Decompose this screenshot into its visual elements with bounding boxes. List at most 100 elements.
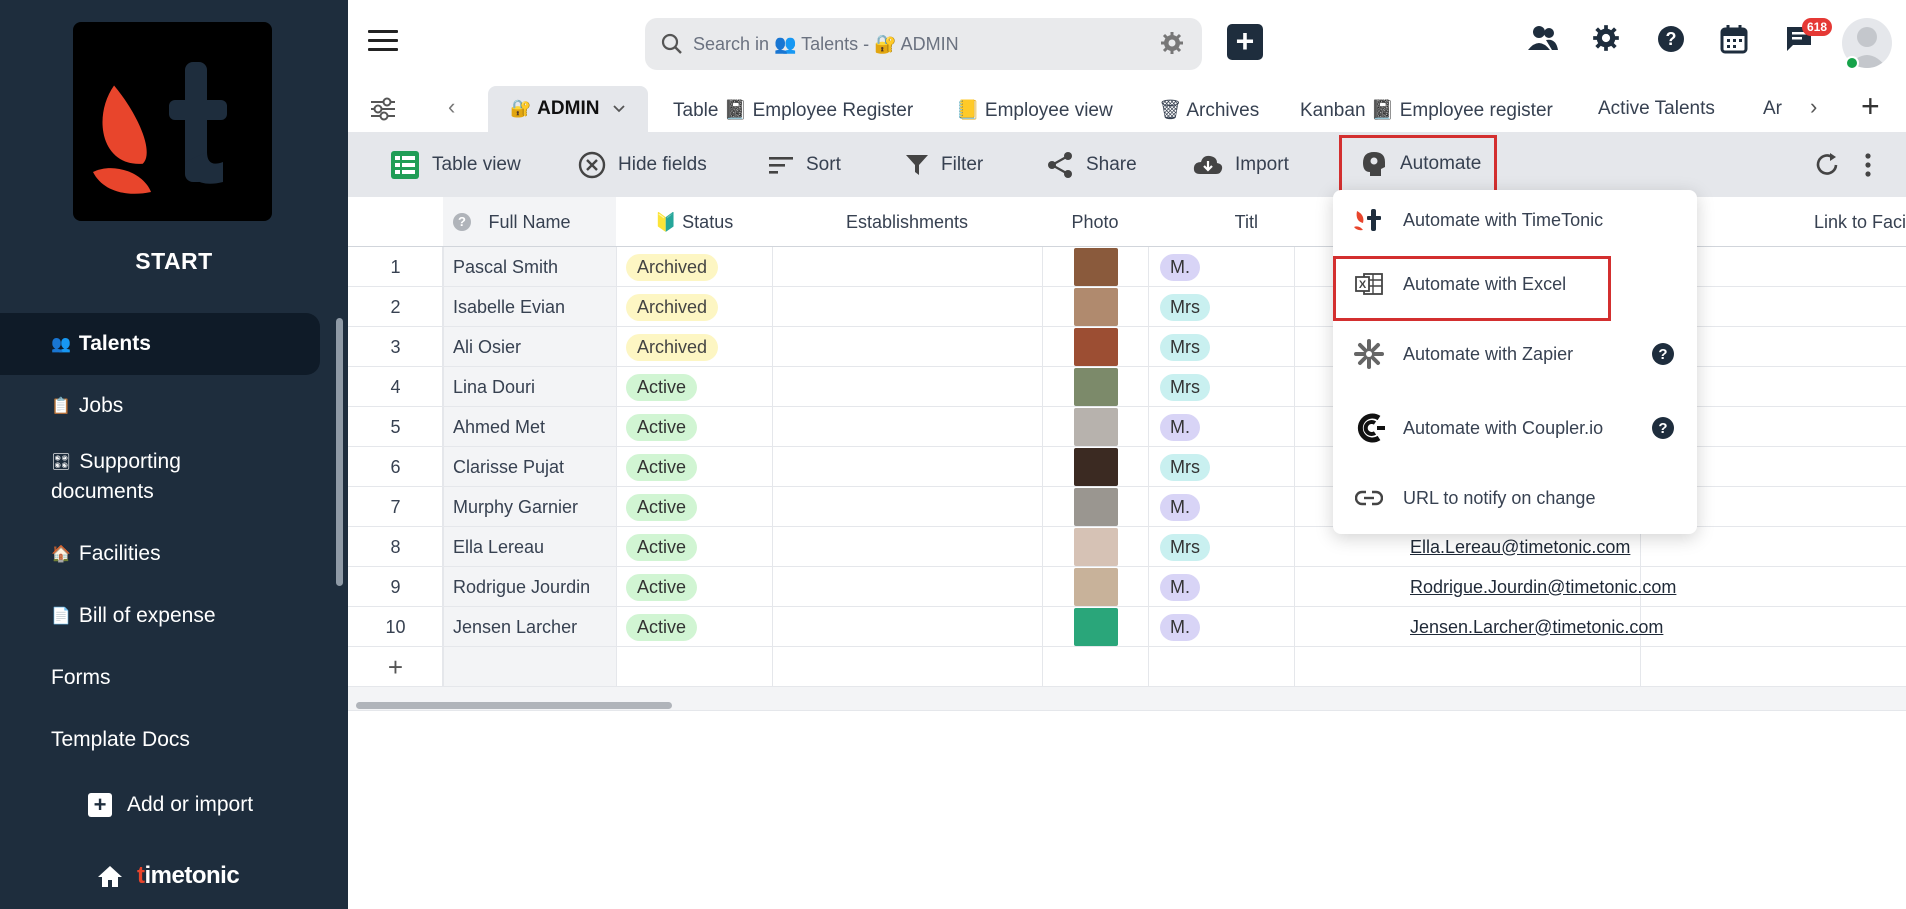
email-cell[interactable]: Jensen.Larcher@timetonic.com	[1410, 607, 1750, 647]
gear-icon[interactable]	[1592, 24, 1620, 52]
sidebar-item-facilities[interactable]: 🏠 Facilities	[0, 536, 320, 572]
tab-archives[interactable]: 🗑 Archives	[1158, 98, 1259, 122]
horizontal-scrollbar[interactable]	[356, 702, 672, 709]
establishments-cell[interactable]	[772, 607, 1042, 647]
chevron-down-icon[interactable]	[613, 105, 626, 113]
tabs-scroll-left-icon[interactable]: ‹	[448, 94, 455, 120]
tab-active-talents[interactable]: Active Talents	[1598, 98, 1715, 120]
import-button[interactable]: Import	[1193, 132, 1289, 197]
calendar-icon[interactable]	[1720, 24, 1748, 54]
menu-icon[interactable]	[368, 30, 398, 57]
title-cell[interactable]: M.	[1160, 607, 1280, 647]
email-link[interactable]: Ella.Lereau@timetonic.com	[1410, 537, 1630, 558]
help-icon[interactable]: ?	[1656, 24, 1686, 54]
sidebar-item-bill-of-expense[interactable]: 📄 Bill of expense	[0, 598, 320, 634]
sort-button[interactable]: Sort	[768, 132, 841, 197]
menu-item-automate-zapier[interactable]: Automate with Zapier ?	[1333, 326, 1697, 382]
photo-cell[interactable]	[1074, 367, 1134, 407]
title-cell[interactable]: M.	[1160, 247, 1280, 287]
column-header-status[interactable]: 🔰 Status	[616, 197, 772, 247]
full-name-cell[interactable]: Clarisse Pujat	[453, 447, 613, 487]
photo-cell[interactable]	[1074, 447, 1134, 487]
column-header-establishments[interactable]: Establishments	[772, 197, 1042, 247]
photo-cell[interactable]	[1074, 607, 1134, 647]
title-cell[interactable]: Mrs	[1160, 447, 1280, 487]
status-cell[interactable]: Archived	[626, 287, 766, 327]
tab-table-employee-register[interactable]: Table 📓 Employee Register	[673, 98, 913, 122]
table-view-button[interactable]: Table view	[390, 132, 521, 197]
menu-item-automate-timetonic[interactable]: Automate with TimeTonic	[1333, 192, 1697, 248]
help-icon[interactable]: ?	[1651, 342, 1675, 366]
establishments-cell[interactable]	[772, 447, 1042, 487]
photo-cell[interactable]	[1074, 327, 1134, 367]
photo-cell[interactable]	[1074, 567, 1134, 607]
help-icon[interactable]: ?	[1651, 416, 1675, 440]
establishments-cell[interactable]	[772, 327, 1042, 367]
full-name-cell[interactable]: Ali Osier	[453, 327, 613, 367]
photo-cell[interactable]	[1074, 527, 1134, 567]
share-button[interactable]: Share	[1046, 132, 1137, 197]
search-input[interactable]: Search in 👥 Talents - 🔐 ADMIN	[645, 18, 1202, 70]
sidebar-item-template-docs[interactable]: Template Docs	[0, 722, 320, 758]
title-cell[interactable]: Mrs	[1160, 527, 1280, 567]
more-options-icon[interactable]	[1864, 152, 1872, 178]
establishments-cell[interactable]	[772, 567, 1042, 607]
tabs-scroll-right-icon[interactable]: ›	[1810, 94, 1817, 120]
full-name-cell[interactable]: Isabelle Evian	[453, 287, 613, 327]
search-settings-icon[interactable]	[1160, 31, 1184, 55]
establishments-cell[interactable]	[772, 287, 1042, 327]
status-cell[interactable]: Archived	[626, 247, 766, 287]
establishments-cell[interactable]	[772, 367, 1042, 407]
filter-settings-icon[interactable]	[369, 96, 397, 122]
status-cell[interactable]: Active	[626, 367, 766, 407]
photo-cell[interactable]	[1074, 287, 1134, 327]
full-name-cell[interactable]: Ella Lereau	[453, 527, 613, 567]
table-row[interactable]: 10 Jensen Larcher Active M. Jensen.Larcher@t…	[348, 607, 1906, 647]
title-cell[interactable]: M.	[1160, 487, 1280, 527]
status-cell[interactable]: Active	[626, 487, 766, 527]
title-cell[interactable]: Mrs	[1160, 327, 1280, 367]
full-name-cell[interactable]: Rodrigue Jourdin	[453, 567, 613, 607]
tab-truncated[interactable]: Ar	[1763, 98, 1782, 120]
menu-item-automate-excel[interactable]: X Automate with Excel	[1333, 256, 1697, 312]
refresh-icon[interactable]	[1814, 152, 1840, 178]
title-cell[interactable]: M.	[1160, 567, 1280, 607]
establishments-cell[interactable]	[772, 527, 1042, 567]
status-cell[interactable]: Active	[626, 607, 766, 647]
establishments-cell[interactable]	[772, 407, 1042, 447]
full-name-cell[interactable]: Murphy Garnier	[453, 487, 613, 527]
column-header-title[interactable]: Titl	[1148, 197, 1294, 247]
filter-button[interactable]: Filter	[905, 132, 983, 197]
sidebar-item-talents[interactable]: 👥 Talents	[0, 313, 320, 375]
sidebar-item-forms[interactable]: Forms	[0, 660, 320, 696]
column-header-full-name[interactable]: ? Full Name	[443, 197, 616, 247]
email-link[interactable]: Jensen.Larcher@timetonic.com	[1410, 617, 1663, 638]
tab-admin[interactable]: 🔐 ADMIN	[488, 86, 648, 132]
title-cell[interactable]: Mrs	[1160, 367, 1280, 407]
email-cell[interactable]: Rodrigue.Jourdin@timetonic.com	[1410, 567, 1750, 607]
add-view-icon[interactable]: +	[1861, 88, 1880, 125]
full-name-cell[interactable]: Pascal Smith	[453, 247, 613, 287]
status-cell[interactable]: Active	[626, 567, 766, 607]
status-cell[interactable]: Active	[626, 407, 766, 447]
automate-button[interactable]: Automate	[1339, 135, 1497, 193]
add-or-import-button[interactable]: + Add or import	[88, 793, 253, 817]
tab-kanban-employee-register[interactable]: Kanban 📓 Employee register	[1300, 98, 1553, 122]
status-cell[interactable]: Active	[626, 527, 766, 567]
photo-cell[interactable]	[1074, 407, 1134, 447]
status-cell[interactable]: Archived	[626, 327, 766, 367]
hide-fields-button[interactable]: Hide fields	[578, 132, 707, 197]
help-icon[interactable]: ?	[453, 213, 471, 231]
full-name-cell[interactable]: Lina Douri	[453, 367, 613, 407]
menu-item-url-notify[interactable]: URL to notify on change	[1333, 470, 1697, 526]
menu-item-automate-coupler[interactable]: Automate with Coupler.io ?	[1333, 400, 1697, 456]
establishments-cell[interactable]	[772, 487, 1042, 527]
full-name-cell[interactable]: Ahmed Met	[453, 407, 613, 447]
sidebar-scrollbar[interactable]	[336, 318, 343, 586]
add-row-button[interactable]: +	[348, 647, 443, 687]
tab-employee-view[interactable]: 📒 Employee view	[956, 98, 1113, 122]
column-header-photo[interactable]: Photo	[1042, 197, 1148, 247]
create-button[interactable]: +	[1227, 24, 1263, 60]
home-link[interactable]: timetonic	[97, 862, 240, 890]
sidebar-item-supporting-documents[interactable]: 🎛 Supporting documents	[0, 450, 320, 512]
